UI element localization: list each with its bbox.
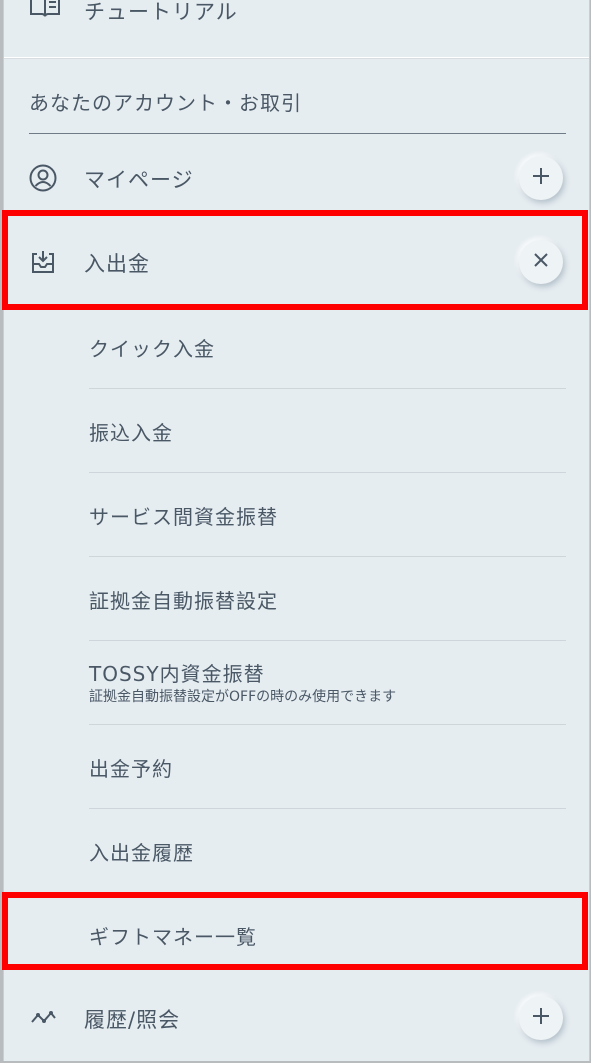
collapse-deposit-button[interactable] — [519, 240, 563, 284]
inbox-download-icon — [29, 248, 57, 276]
submenu-quick-deposit[interactable]: クイック入金 — [89, 304, 566, 389]
submenu-bank-transfer-deposit[interactable]: 振込入金 — [89, 388, 566, 473]
book-icon — [29, 0, 61, 22]
submenu-label: クイック入金 — [89, 337, 215, 361]
menu-panel: チュートリアル あなたのアカウント・お取引 マイページ 入出金 クイック入金 振… — [3, 0, 590, 1061]
nav-item-deposit-label: 入出金 — [84, 252, 150, 276]
nav-item-deposit[interactable]: 入出金 — [4, 220, 589, 304]
submenu-label: TOSSY内資金振替 — [89, 662, 265, 686]
submenu-label: 振込入金 — [89, 421, 173, 445]
submenu-note: 証拠金自動振替設定がOFFの時のみ使用できます — [89, 689, 397, 705]
submenu-service-transfer[interactable]: サービス間資金振替 — [89, 472, 566, 557]
plus-icon — [531, 1006, 551, 1030]
expand-history-button[interactable] — [519, 996, 563, 1040]
submenu-label: 出金予約 — [89, 757, 173, 781]
nav-item-tutorial-label: チュートリアル — [84, 0, 238, 24]
submenu-deposit-history[interactable]: 入出金履歴 — [89, 808, 566, 893]
submenu-tossy-transfer[interactable]: TOSSY内資金振替 証拠金自動振替設定がOFFの時のみ使用できます — [89, 640, 566, 725]
close-icon — [533, 252, 549, 272]
submenu-withdrawal-reservation[interactable]: 出金予約 — [89, 724, 566, 809]
submenu-gift-money-list[interactable]: ギフトマネー一覧 — [89, 892, 566, 976]
nav-item-mypage-label: マイページ — [84, 168, 194, 192]
submenu-margin-auto-transfer[interactable]: 証拠金自動振替設定 — [89, 556, 566, 641]
submenu-label: ギフトマネー一覧 — [89, 925, 257, 949]
submenu-label: サービス間資金振替 — [89, 505, 278, 529]
user-circle-icon — [29, 164, 57, 192]
submenu-label: 証拠金自動振替設定 — [89, 589, 278, 613]
nav-item-history-label: 履歴/照会 — [84, 1008, 181, 1032]
nav-item-history[interactable]: 履歴/照会 — [4, 976, 589, 1060]
plus-icon — [531, 166, 551, 190]
nav-item-tutorial[interactable]: チュートリアル — [4, 0, 589, 58]
section-title-account: あなたのアカウント・お取引 — [29, 91, 302, 115]
nav-item-mypage[interactable]: マイページ — [4, 136, 589, 220]
line-chart-icon — [29, 1004, 57, 1032]
expand-mypage-button[interactable] — [519, 156, 563, 200]
submenu-label: 入出金履歴 — [89, 841, 194, 865]
section-divider — [29, 133, 566, 134]
